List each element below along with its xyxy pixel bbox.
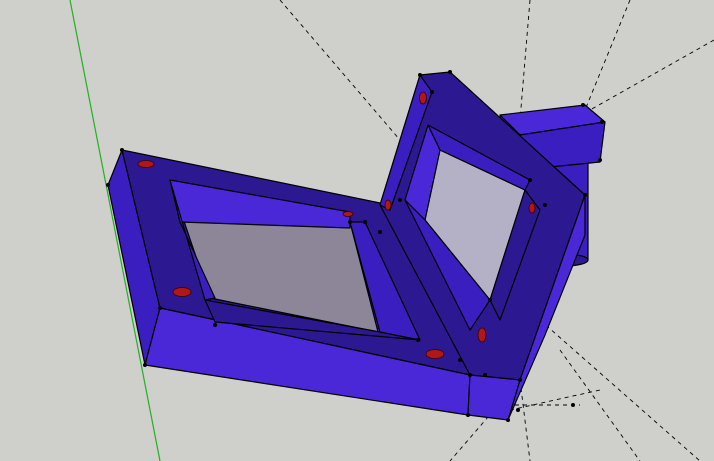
hole-6[interactable]	[384, 199, 392, 211]
hole-1[interactable]	[137, 160, 155, 168]
hole-7[interactable]	[528, 202, 536, 214]
hole-2[interactable]	[172, 287, 192, 297]
hole-4[interactable]	[425, 349, 445, 359]
modeling-viewport[interactable]	[0, 0, 714, 461]
hole-8[interactable]	[477, 327, 487, 343]
hole-5[interactable]	[419, 91, 427, 105]
3d-scene[interactable]	[0, 0, 714, 461]
hole-3[interactable]	[342, 211, 354, 217]
